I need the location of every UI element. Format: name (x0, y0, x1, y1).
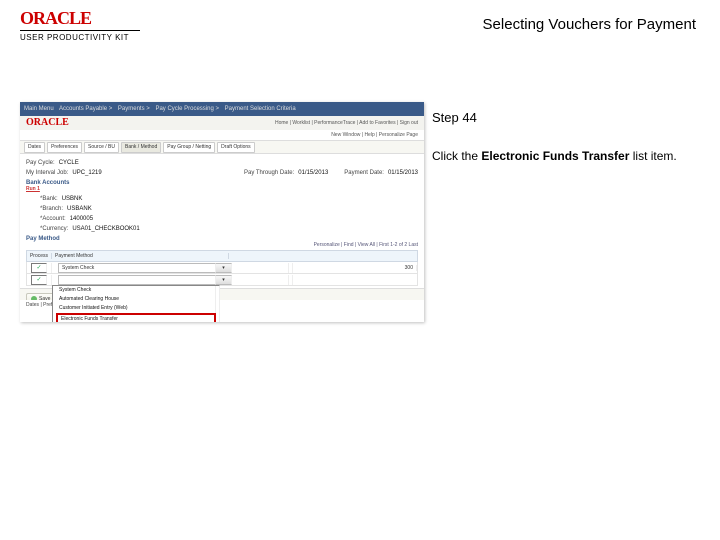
pm-max: 300 (370, 265, 417, 271)
pm-grid-row-1: ✓ System Check ▾ 300 (26, 262, 418, 274)
chevron-down-icon[interactable]: ▾ (216, 275, 232, 285)
bank-field-label: *Bank: (40, 196, 58, 202)
payment-method-input[interactable]: System Check (58, 263, 216, 273)
upk-subtitle: USER PRODUCTIVITY KIT (20, 33, 140, 42)
process-checkbox[interactable]: ✓ (31, 263, 47, 273)
tab-source-bu[interactable]: Source / BU (84, 142, 119, 153)
app-brand-bar: ORACLE Home | Worklist | PerformanceTrac… (20, 116, 424, 130)
pm-grid-row-2: ✓ ▾ System CheckAutomated Clearing House… (26, 274, 418, 286)
app-user-links[interactable]: New Window | Help | Personalize Page (20, 130, 424, 140)
instruction-prefix: Click the (432, 149, 481, 163)
bank-field-label: *Currency: (40, 226, 68, 232)
bank-field-label: *Account: (40, 216, 66, 222)
paycycle-value: CYCLE (59, 160, 79, 166)
process-checkbox[interactable]: ✓ (31, 275, 47, 285)
app-nav-breadcrumb: Main Menu Accounts Payable > Payments > … (20, 102, 424, 116)
through-label: Pay Through Date: (244, 170, 294, 176)
app-top-links[interactable]: Home | Worklist | PerformanceTrace | Add… (275, 116, 418, 130)
bank-field-value: 1400005 (70, 216, 93, 222)
app-tabstrip: DatesPreferencesSource / BUBank / Method… (20, 140, 424, 154)
nav-item[interactable]: Payment Selection Criteria (225, 106, 296, 112)
paydate-value: 01/15/2013 (388, 170, 418, 176)
tab-pay-group-netting[interactable]: Pay Group / Netting (163, 142, 215, 153)
bank-field-value: USBNK (62, 196, 83, 202)
nav-item[interactable]: Accounts Payable > (59, 106, 112, 112)
tab-dates[interactable]: Dates (24, 142, 45, 153)
dropdown-item[interactable]: Automated Clearing House (56, 295, 216, 304)
payment-method-dropdown[interactable]: System CheckAutomated Clearing HouseCust… (52, 285, 220, 323)
pm-grid-header: Process Payment Method (26, 250, 418, 262)
dropdown-item[interactable]: Electronic Funds Transfer (56, 313, 216, 323)
bank-field-label: *Branch: (40, 206, 63, 212)
instruction-text: Click the Electronic Funds Transfer list… (432, 148, 692, 164)
tab-bank-method[interactable]: Bank / Method (121, 142, 161, 153)
oracle-upk-logo: ORACLE USER PRODUCTIVITY KIT (20, 8, 140, 42)
chevron-down-icon[interactable]: ▾ (216, 263, 232, 273)
dropdown-item[interactable]: Customer Initiated Entry (Web) (56, 304, 216, 313)
step-label: Step 44 (432, 110, 477, 125)
dropdown-item[interactable]: System Check (56, 286, 216, 295)
instruction-suffix: list item. (629, 149, 676, 163)
tab-preferences[interactable]: Preferences (47, 142, 82, 153)
oracle-wordmark: ORACLE (20, 8, 140, 29)
paydate-label: Payment Date: (344, 170, 384, 176)
interval-label: My Interval Job: (26, 170, 68, 176)
payment-method-input-2[interactable] (58, 275, 216, 285)
nav-item[interactable]: Payments > (118, 106, 150, 112)
interval-value: UPC_1219 (72, 170, 101, 176)
app-screenshot: Main Menu Accounts Payable > Payments > … (20, 102, 424, 322)
tab-draft-options[interactable]: Draft Options (217, 142, 254, 153)
through-value: 01/15/2013 (298, 170, 328, 176)
nav-item[interactable]: Pay Cycle Processing > (155, 106, 219, 112)
pay-method-meta[interactable]: Personalize | Find | View All | First 1-… (26, 242, 418, 248)
page-title: Selecting Vouchers for Payment (483, 16, 696, 33)
app-brand: ORACLE (26, 116, 69, 130)
instruction-bold: Electronic Funds Transfer (481, 149, 629, 163)
nav-item[interactable]: Main Menu (24, 106, 54, 112)
run-link[interactable]: Run 1 (26, 186, 418, 192)
paycycle-label: Pay Cycle: (26, 160, 55, 166)
bank-field-value: USA01_CHECKBOOK01 (72, 226, 139, 232)
bank-field-value: USBANK (67, 206, 92, 212)
